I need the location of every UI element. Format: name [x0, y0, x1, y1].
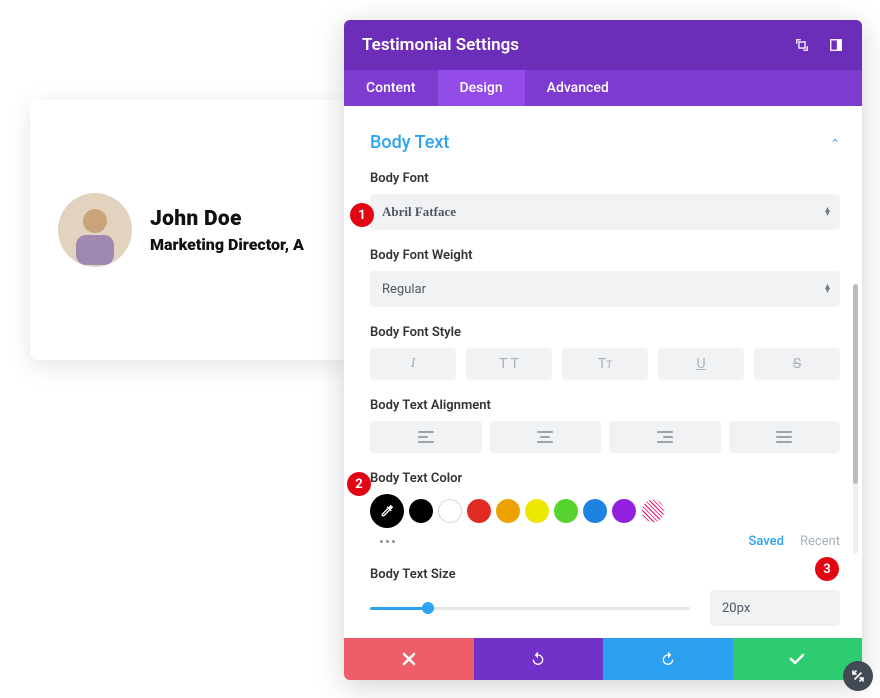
style-uppercase-button[interactable]: T T: [466, 348, 552, 380]
swatch-yellow[interactable]: [525, 499, 549, 523]
body-font-weight-value: Regular: [382, 282, 426, 297]
text-size-input[interactable]: [710, 590, 840, 626]
swatch-green[interactable]: [554, 499, 578, 523]
scrollbar-thumb[interactable]: [853, 284, 858, 484]
settings-panel: Testimonial Settings Content Design Adva…: [344, 20, 862, 680]
label-body-font: Body Font: [370, 171, 840, 186]
body-font-weight-select[interactable]: Regular: [370, 271, 840, 307]
tab-advanced[interactable]: Advanced: [525, 70, 631, 106]
panel-title: Testimonial Settings: [362, 35, 519, 55]
style-smallcaps-button[interactable]: TT: [562, 348, 648, 380]
swatch-purple[interactable]: [612, 499, 636, 523]
tab-content[interactable]: Content: [344, 70, 438, 106]
redo-button[interactable]: [603, 638, 733, 680]
dock-icon[interactable]: [828, 37, 844, 53]
label-text-size: Body Text Size: [370, 567, 840, 582]
section-header[interactable]: Body Text ⌄: [370, 132, 840, 153]
callout-2: 2: [347, 472, 371, 496]
cancel-button[interactable]: [344, 638, 474, 680]
swatch-black[interactable]: [409, 499, 433, 523]
caret-icon: [825, 284, 830, 294]
body-font-select[interactable]: Abril Fatface: [370, 194, 840, 230]
label-body-font-style: Body Font Style: [370, 325, 840, 340]
align-right-button[interactable]: [609, 421, 721, 453]
saved-colors-tab[interactable]: Saved: [749, 534, 784, 549]
recent-colors-tab[interactable]: Recent: [800, 534, 840, 549]
align-justify-button[interactable]: [729, 421, 841, 453]
testimonial-title: Marketing Director, A: [150, 235, 304, 254]
callout-3: 3: [815, 557, 839, 581]
caret-icon: [825, 207, 830, 217]
swatch-none[interactable]: [641, 499, 665, 523]
label-alignment: Body Text Alignment: [370, 398, 840, 413]
testimonial-preview-card: John Doe Marketing Director, A: [30, 100, 350, 360]
style-strikethrough-button[interactable]: S: [754, 348, 840, 380]
avatar: [58, 193, 132, 267]
body-font-value: Abril Fatface: [382, 204, 456, 220]
expand-icon[interactable]: [794, 37, 810, 53]
style-italic-button[interactable]: I: [370, 348, 456, 380]
panel-header: Testimonial Settings: [344, 20, 862, 70]
slider-handle[interactable]: [422, 602, 434, 614]
section-title: Body Text: [370, 132, 449, 153]
tabs: Content Design Advanced: [344, 70, 862, 106]
align-center-button[interactable]: [490, 421, 602, 453]
more-colors-button[interactable]: [380, 540, 395, 543]
panel-footer: [344, 638, 862, 680]
swatch-white[interactable]: [438, 499, 462, 523]
chevron-up-icon: ⌄: [830, 136, 840, 150]
style-underline-button[interactable]: U: [658, 348, 744, 380]
swatch-blue[interactable]: [583, 499, 607, 523]
testimonial-name: John Doe: [150, 207, 304, 231]
eyedropper-swatch[interactable]: [370, 494, 404, 528]
swatch-orange[interactable]: [496, 499, 520, 523]
label-body-font-weight: Body Font Weight: [370, 248, 840, 263]
tab-design[interactable]: Design: [438, 70, 525, 106]
text-size-slider[interactable]: [370, 598, 690, 618]
label-text-color: Body Text Color: [370, 471, 840, 486]
undo-button[interactable]: [474, 638, 604, 680]
resize-handle[interactable]: [843, 661, 873, 691]
align-left-button[interactable]: [370, 421, 482, 453]
swatch-red[interactable]: [467, 499, 491, 523]
callout-1: 1: [350, 203, 374, 227]
